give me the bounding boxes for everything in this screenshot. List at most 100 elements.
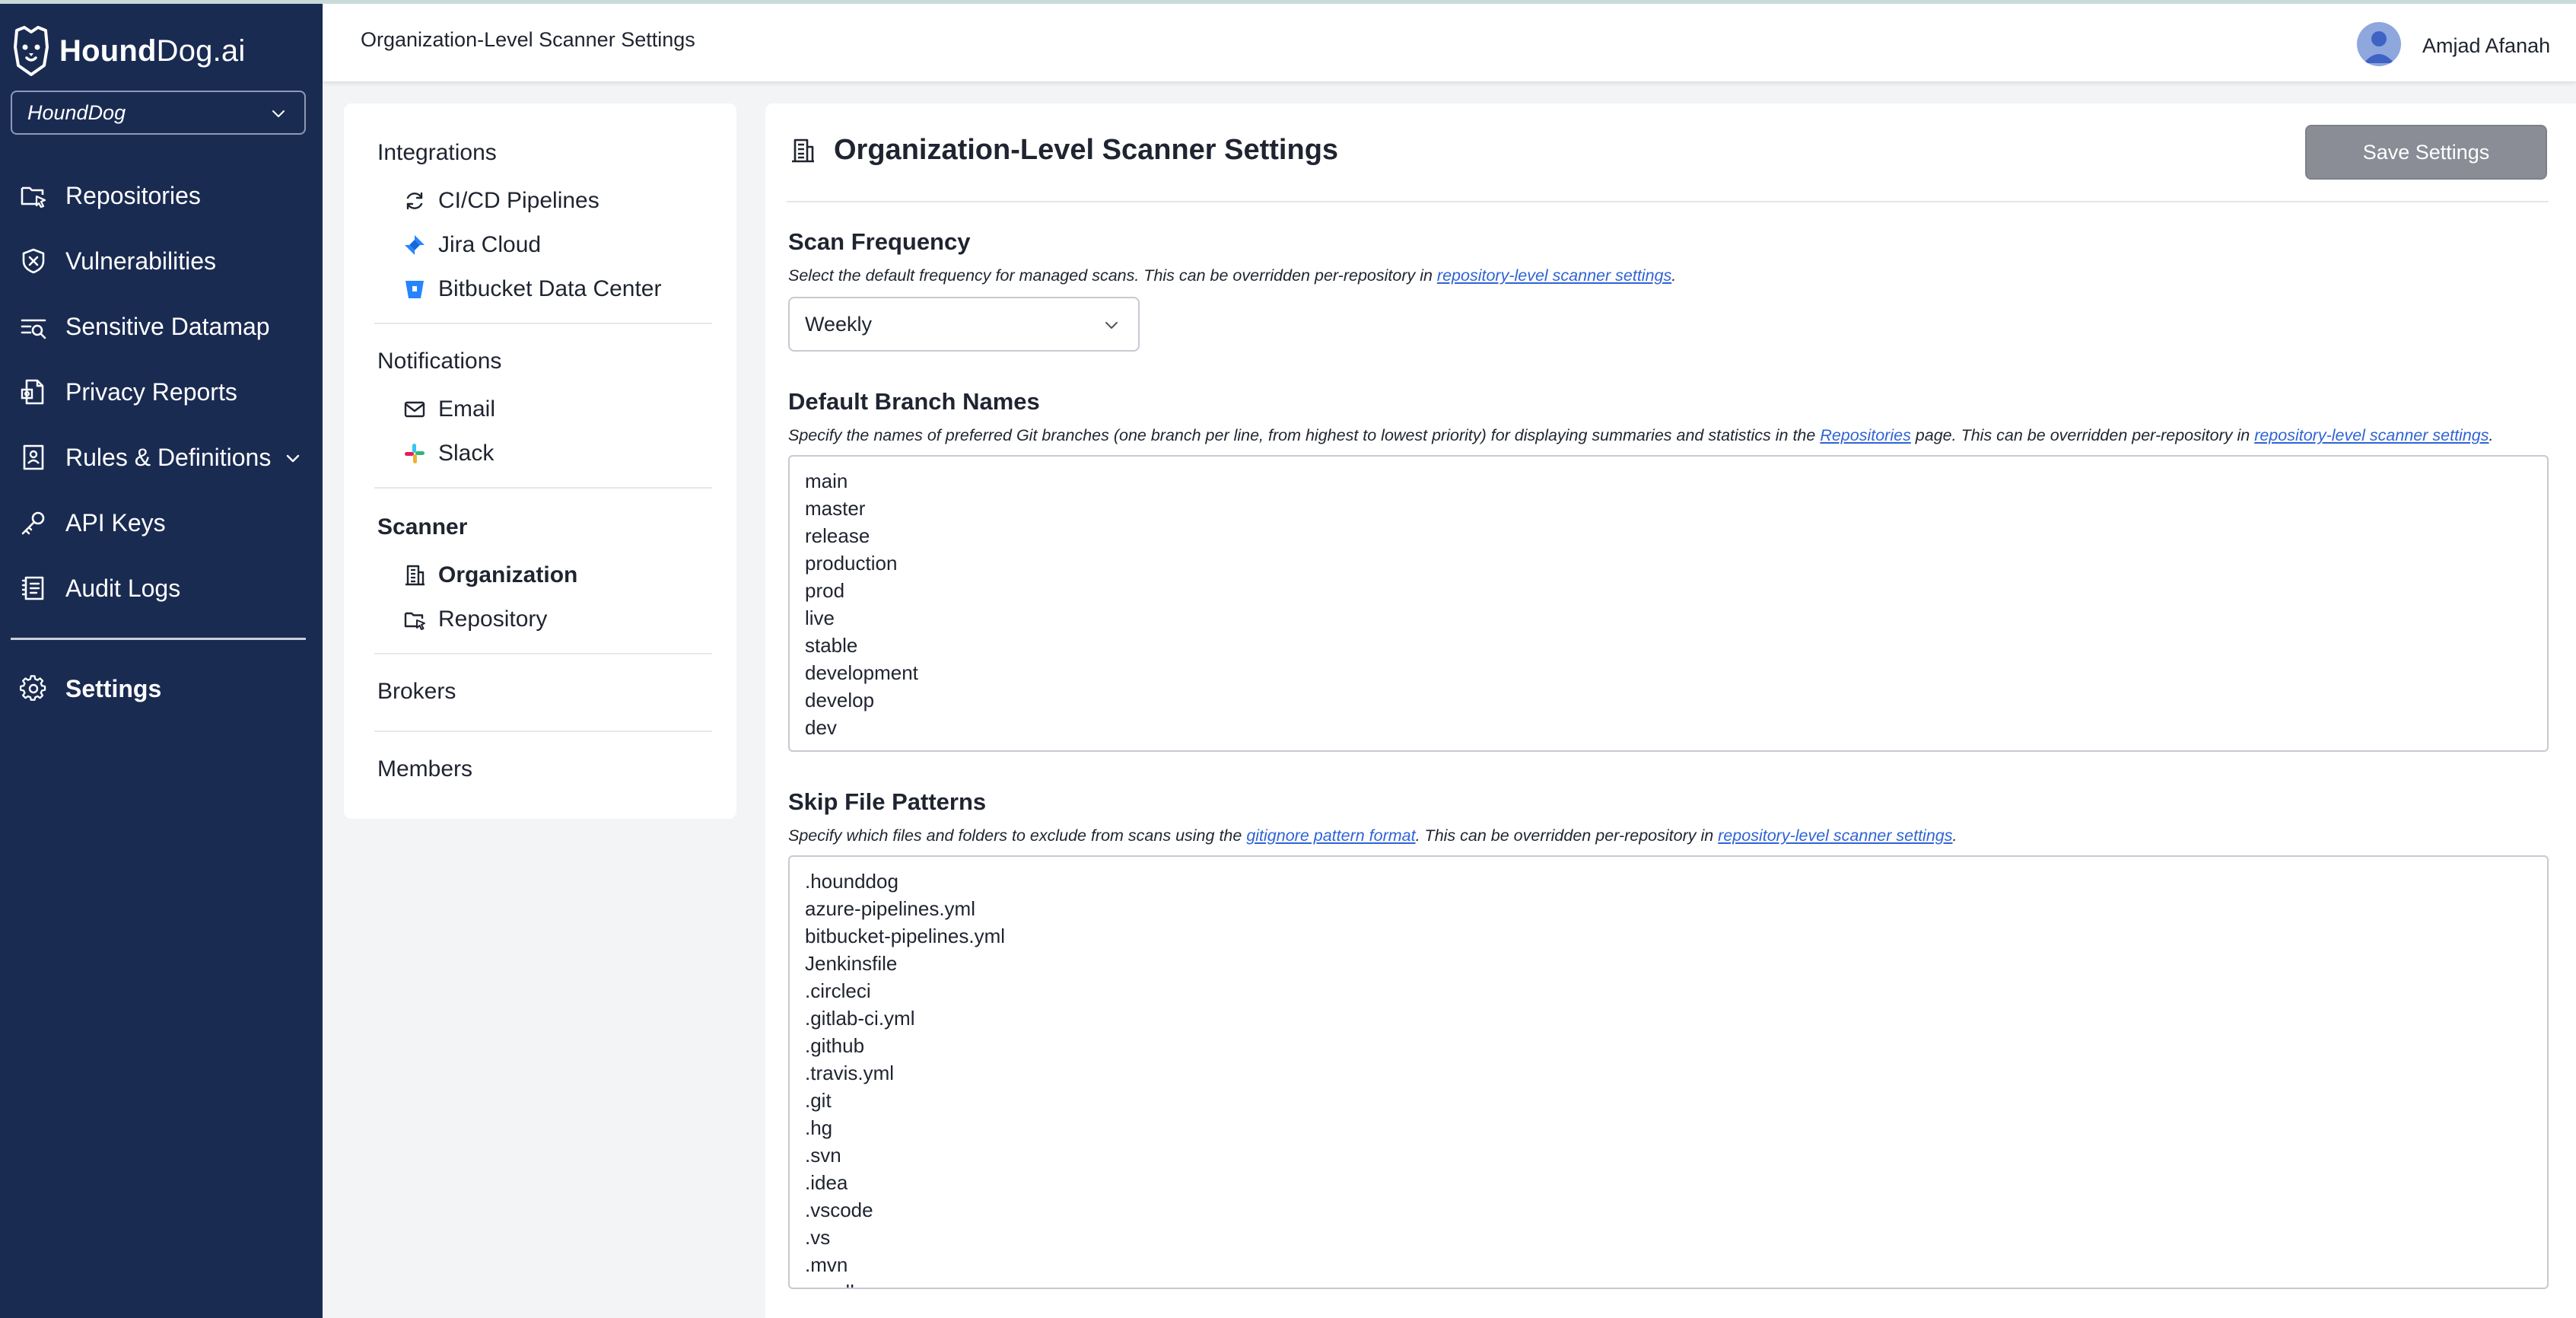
text-line: .svn <box>805 1144 841 1167</box>
gear-icon <box>20 675 46 701</box>
text-line: main <box>805 470 848 492</box>
text-line: prod <box>805 579 845 602</box>
nav-item-rules-definitions[interactable]: Rules & Definitions <box>20 435 316 480</box>
skip-patterns-title: Skip File Patterns <box>788 788 987 815</box>
text-line: stable <box>805 634 858 657</box>
text-line: .git <box>805 1089 832 1112</box>
scan-frequency-select[interactable]: Weekly <box>788 297 1140 352</box>
scan-frequency-value: Weekly <box>805 312 873 336</box>
text-line: release <box>805 524 870 547</box>
repository-settings-link[interactable]: repository-level scanner settings <box>2254 426 2489 444</box>
submenu-item-members[interactable]: Members <box>377 756 472 782</box>
nav-item-label: API Keys <box>65 508 166 536</box>
text-line: dev <box>805 716 837 739</box>
branch-names-description: Specify the names of preferred Git branc… <box>788 426 2494 444</box>
text-line: .circleci <box>805 979 871 1002</box>
save-settings-button[interactable]: Save Settings <box>2305 125 2547 180</box>
submenu-item-bitbucket[interactable]: Bitbucket Data Center <box>403 272 661 306</box>
settings-content: Organization-Level Scanner Settings Save… <box>765 103 2576 1318</box>
repository-settings-link[interactable]: repository-level scanner settings <box>1718 826 1952 845</box>
shield-x-icon <box>22 248 45 274</box>
submenu-item-slack[interactable]: Slack <box>403 437 494 470</box>
branch-names-title: Default Branch Names <box>788 388 1040 415</box>
submenu-divider <box>374 731 712 732</box>
submenu-item-label: Repository <box>438 606 548 632</box>
nav-item-api-keys[interactable]: API Keys <box>20 500 166 546</box>
text-line: .idea <box>805 1171 848 1194</box>
nav-item-label: Audit Logs <box>65 574 181 602</box>
text-line: development <box>805 661 918 684</box>
submenu-heading-integrations: Integrations <box>377 140 497 165</box>
nav-item-label: Privacy Reports <box>65 377 237 406</box>
organization-selector-value: HoundDog <box>27 100 126 124</box>
nav-item-sensitive-datamap[interactable]: Sensitive Datamap <box>20 304 270 349</box>
submenu-item-repository[interactable]: Repository <box>403 603 547 636</box>
chevron-down-icon <box>272 110 285 117</box>
text-line: Jenkinsfile <box>805 952 898 975</box>
logo[interactable]: HoundDog.ai <box>9 21 245 81</box>
nav-item-label: Vulnerabilities <box>65 247 217 275</box>
text-line: .gitlab-ci.yml <box>805 1007 915 1030</box>
text-line: azure-pipelines.yml <box>805 897 975 920</box>
key-icon <box>21 511 45 535</box>
repositories-link[interactable]: Repositories <box>1820 426 1911 444</box>
top-accent-line <box>0 0 2576 4</box>
submenu-item-jira-cloud[interactable]: Jira Cloud <box>403 228 541 262</box>
nav-item-audit-logs[interactable]: Audit Logs <box>20 565 180 611</box>
submenu-item-cicd-pipelines[interactable]: CI/CD Pipelines <box>403 184 599 218</box>
repository-icon <box>404 612 425 630</box>
nav-item-repositories[interactable]: Repositories <box>20 173 201 218</box>
user-name[interactable]: Amjad Afanah <box>2422 34 2550 58</box>
submenu-item-label: Slack <box>438 441 495 466</box>
text-line: bitbucket-pipelines.yml <box>805 925 1006 947</box>
avatar[interactable] <box>2357 22 2401 66</box>
rules-icon <box>23 444 44 470</box>
submenu-item-label: Organization <box>438 562 578 587</box>
logo-text: HoundDog.ai <box>59 33 246 68</box>
nav-item-label: Settings <box>65 674 162 702</box>
submenu-item-email[interactable]: Email <box>403 393 495 426</box>
building-icon <box>792 138 814 162</box>
slack-icon <box>405 444 425 463</box>
submenu-heading-notifications: Notifications <box>377 349 502 374</box>
organization-selector[interactable]: HoundDog <box>11 91 306 135</box>
nav-item-label: Rules & Definitions <box>65 443 272 471</box>
submenu-item-label: Jira Cloud <box>438 232 542 257</box>
building-icon <box>405 565 425 586</box>
text-line: production <box>805 552 898 575</box>
nav-item-settings[interactable]: Settings <box>20 666 161 712</box>
submenu-item-label: Email <box>438 396 496 422</box>
report-icon <box>21 379 44 405</box>
text-line: .mvn <box>805 1253 848 1276</box>
repository-settings-link[interactable]: repository-level scanner settings <box>1437 266 1671 285</box>
submenu-divider <box>374 653 712 654</box>
content-title: Organization-Level Scanner Settings <box>790 134 1338 167</box>
text-line: .vscode <box>805 1199 873 1221</box>
datamap-icon <box>21 319 46 339</box>
branch-names-textarea[interactable]: main master release production prod live stabl… <box>788 455 2549 752</box>
scan-frequency-title: Scan Frequency <box>788 228 971 255</box>
repository-icon <box>21 186 46 209</box>
submenu-divider <box>374 323 712 324</box>
submenu-item-label: CI/CD Pipelines <box>438 188 599 213</box>
gitignore-format-link[interactable]: gitignore pattern format <box>1246 826 1415 845</box>
text-line: .github <box>805 1034 865 1057</box>
text-line: .hg <box>805 1116 833 1139</box>
refresh-icon <box>406 192 423 210</box>
main-navigation: HoundDog.ai HoundDog Repositories Vulner… <box>0 4 323 1318</box>
submenu-divider <box>374 487 712 489</box>
nav-item-privacy-reports[interactable]: Privacy Reports <box>20 369 237 415</box>
text-line: .travis.yml <box>805 1062 894 1084</box>
text-line: .gradle <box>805 1278 2532 1288</box>
submenu-item-organization[interactable]: Organization <box>403 559 577 592</box>
skip-patterns-textarea[interactable]: .hounddog azure-pipelines.yml bitbucket-pi… <box>788 855 2549 1289</box>
text-line: master <box>805 497 866 520</box>
text-line: live <box>805 606 835 629</box>
submenu-item-brokers[interactable]: Brokers <box>377 679 456 705</box>
top-header: Organization-Level Scanner Settings Amja… <box>323 4 2576 81</box>
text-line: .vs <box>805 1226 831 1249</box>
nav-item-vulnerabilities[interactable]: Vulnerabilities <box>20 238 216 284</box>
nav-item-label: Sensitive Datamap <box>65 312 270 340</box>
content-divider <box>787 201 2549 202</box>
bitbucket-icon <box>405 281 424 298</box>
